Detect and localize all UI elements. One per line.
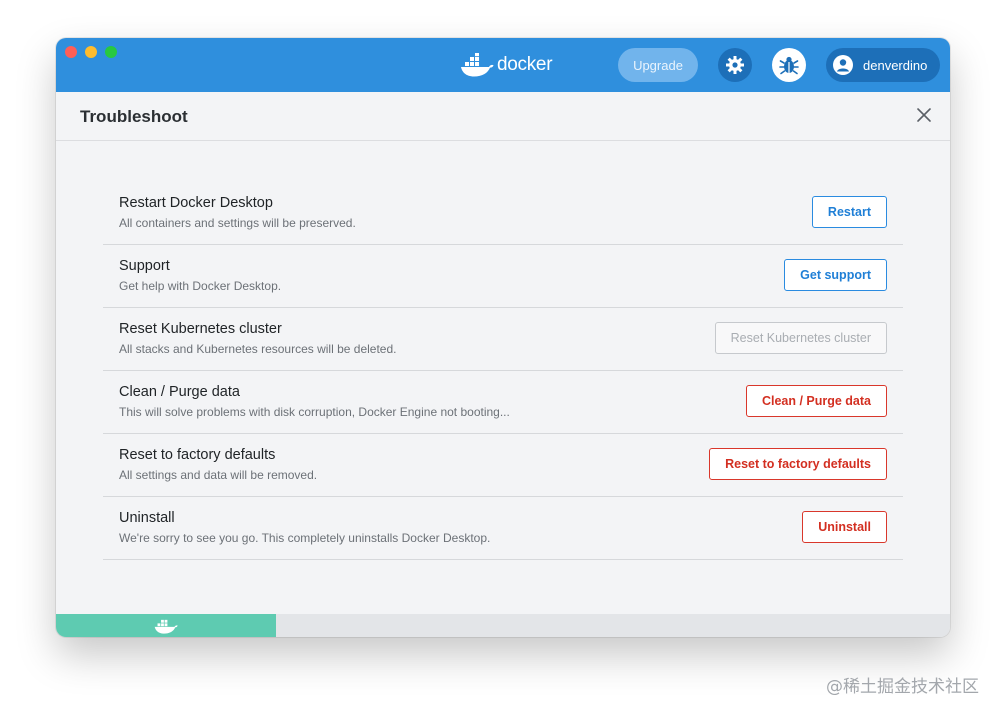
item-title: Clean / Purge data	[119, 384, 240, 400]
item-title: Support	[119, 258, 170, 274]
reset-kubernetes-button: Reset Kubernetes cluster	[714, 322, 887, 354]
docker-desktop-window: docker Upgrade denverdino Troubleshoot R…	[56, 38, 950, 637]
window-close-button[interactable]	[65, 46, 77, 58]
item-description: All stacks and Kubernetes resources will…	[119, 342, 397, 356]
factory-reset-button[interactable]: Reset to factory defaults	[709, 448, 887, 480]
brand-name: docker	[497, 54, 553, 75]
item-title: Uninstall	[119, 510, 175, 526]
item-description: Get help with Docker Desktop.	[119, 279, 282, 293]
uninstall-button[interactable]: Uninstall	[802, 511, 887, 543]
item-description: All containers and settings will be pres…	[119, 216, 356, 230]
gear-icon	[726, 56, 744, 74]
item-description: All settings and data will be removed.	[119, 468, 318, 482]
get-support-button[interactable]: Get support	[784, 259, 887, 291]
username: denverdino	[863, 57, 928, 73]
troubleshoot-item-restart: Restart Docker Desktop All containers an…	[103, 182, 903, 245]
troubleshoot-list: Restart Docker Desktop All containers an…	[103, 182, 903, 560]
close-icon	[917, 108, 931, 122]
user-avatar-icon	[833, 55, 853, 75]
clean-purge-button[interactable]: Clean / Purge data	[745, 385, 887, 417]
troubleshoot-item-factory-reset: Reset to factory defaults All settings a…	[103, 434, 903, 497]
restart-button[interactable]: Restart	[811, 196, 887, 228]
item-description: We're sorry to see you go. This complete…	[119, 531, 491, 545]
title-bar: docker Upgrade denverdino	[56, 38, 950, 92]
upgrade-button[interactable]: Upgrade	[618, 48, 698, 82]
troubleshoot-item-uninstall: Uninstall We're sorry to see you go. Thi…	[103, 497, 903, 560]
watermark: @稀土掘金技术社区	[826, 677, 979, 697]
window-minimize-button[interactable]	[85, 46, 97, 58]
item-title: Reset to factory defaults	[119, 447, 276, 463]
bug-icon	[779, 56, 799, 75]
engine-status-indicator	[56, 614, 276, 637]
close-button[interactable]	[914, 105, 934, 125]
status-bar	[56, 614, 950, 637]
troubleshoot-item-reset-kubernetes: Reset Kubernetes cluster All stacks and …	[103, 308, 903, 371]
troubleshoot-item-clean-purge: Clean / Purge data This will solve probl…	[103, 371, 903, 434]
troubleshoot-button[interactable]	[772, 48, 806, 82]
page-header: Troubleshoot	[56, 92, 950, 141]
settings-button[interactable]	[718, 48, 752, 82]
item-description: This will solve problems with disk corru…	[119, 405, 510, 419]
docker-whale-icon	[154, 619, 178, 634]
item-title: Reset Kubernetes cluster	[119, 321, 282, 337]
docker-logo: docker	[460, 51, 553, 79]
troubleshoot-item-support: Support Get help with Docker Desktop. Ge…	[103, 245, 903, 308]
window-maximize-button[interactable]	[105, 46, 117, 58]
page-title: Troubleshoot	[80, 107, 188, 126]
item-title: Restart Docker Desktop	[119, 195, 273, 211]
user-account-button[interactable]: denverdino	[826, 48, 940, 82]
docker-whale-icon	[461, 53, 494, 77]
